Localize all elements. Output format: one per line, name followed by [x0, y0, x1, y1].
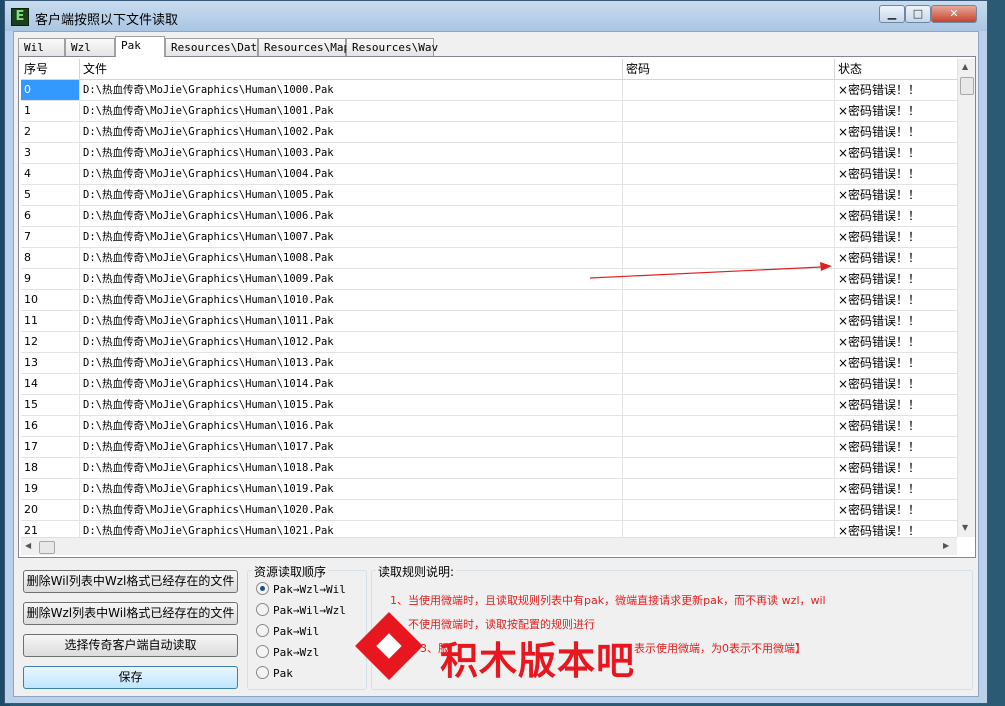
tab-pak[interactable]: Pak — [115, 36, 165, 57]
annotation-arrow-line — [589, 266, 823, 279]
annotation-arrow-head — [820, 262, 832, 271]
annotation-arrow — [589, 262, 832, 279]
